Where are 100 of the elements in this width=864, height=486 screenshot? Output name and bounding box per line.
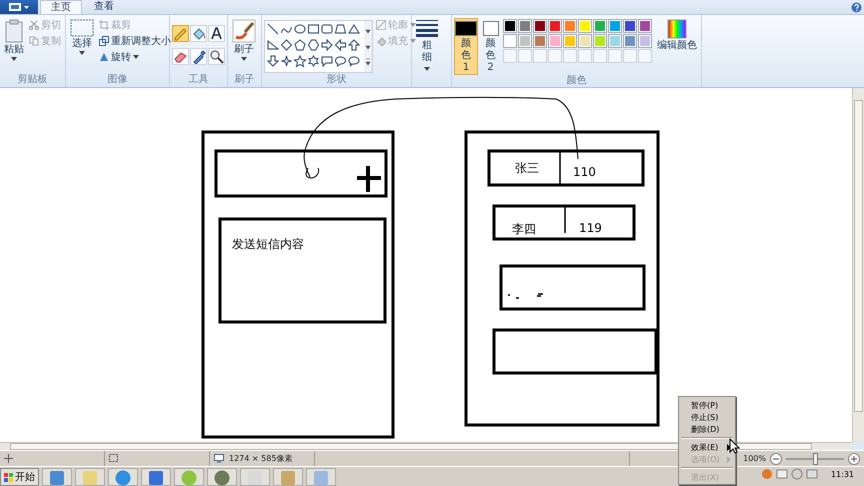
- paint-menu-icon: [8, 2, 30, 12]
- line-width-icon: [416, 19, 438, 37]
- palette-color[interactable]: [563, 34, 577, 48]
- caret-icon: [133, 55, 139, 59]
- palette-color[interactable]: [593, 19, 607, 33]
- canvas-size-icon: [214, 454, 225, 463]
- app-icon: [280, 470, 296, 486]
- contact-name: 李四: [512, 222, 536, 236]
- taskbar-app-button[interactable]: [273, 468, 303, 486]
- palette-color[interactable]: [578, 34, 592, 48]
- letter-a-icon: [209, 26, 224, 41]
- palette-color[interactable]: [623, 19, 637, 33]
- palette-color[interactable]: [503, 19, 517, 33]
- color-slot-button[interactable]: 颜色 2: [481, 18, 500, 75]
- palette-color[interactable]: [533, 34, 547, 48]
- group-label: 工具: [188, 74, 210, 87]
- palette-color[interactable]: [548, 34, 562, 48]
- palette-color[interactable]: [608, 19, 622, 33]
- brushes-button[interactable]: 刷子: [230, 18, 258, 62]
- tool-button[interactable]: [208, 25, 225, 42]
- selection-size-icon: [109, 454, 119, 463]
- bucket-icon: [376, 36, 386, 46]
- group-label: 形状: [326, 74, 348, 87]
- contact-name: 张三: [515, 161, 539, 175]
- scribble-drawing: [507, 293, 544, 299]
- ribbon-tab[interactable]: 主页: [40, 0, 82, 14]
- canvas-size-text: 1274 × 585像素: [229, 453, 292, 464]
- caret-icon: [410, 39, 416, 43]
- app-icon: [49, 470, 65, 486]
- start-button[interactable]: 开始: [0, 468, 39, 486]
- palette-color[interactable]: [623, 34, 637, 48]
- app-menu-button[interactable]: [0, 0, 38, 14]
- vertical-scrollbar[interactable]: [852, 88, 864, 442]
- edit-colors-button[interactable]: 编辑颜色: [655, 18, 699, 53]
- shapes-gallery[interactable]: [264, 20, 373, 73]
- palette-color[interactable]: [563, 19, 577, 33]
- phone-number: 110: [573, 165, 596, 179]
- app-icon: [115, 470, 131, 486]
- pencil-icon: [173, 26, 188, 41]
- zoom-out-icon[interactable]: [770, 452, 782, 464]
- zoom-level-text: 100%: [743, 454, 766, 463]
- eyedropper-icon: [191, 49, 206, 64]
- app-icon: [313, 470, 329, 486]
- size-button[interactable]: 粗细: [414, 18, 440, 72]
- palette-color[interactable]: [548, 19, 562, 33]
- rotate-button[interactable]: 旋转: [99, 50, 171, 64]
- cursor-position-icon: [4, 454, 13, 463]
- paint-bucket-icon: [191, 26, 206, 41]
- color-slot-button[interactable]: 颜色 1: [454, 18, 478, 75]
- app-icon: [214, 470, 230, 486]
- clock-text: 11:31: [830, 470, 854, 478]
- plus-drawing: [355, 164, 383, 194]
- palette-color[interactable]: [608, 34, 622, 48]
- taskbar-app-button[interactable]: [207, 468, 237, 486]
- group-label: 剪贴板: [16, 74, 48, 87]
- paintbrush-icon: [232, 19, 256, 43]
- windows-logo-icon: [4, 472, 13, 482]
- palette-color[interactable]: [578, 19, 592, 33]
- resize-button[interactable]: 重新调整大小: [99, 34, 171, 48]
- palette-color[interactable]: [638, 34, 652, 48]
- palette-color[interactable]: [518, 19, 532, 33]
- taskbar-app-button[interactable]: [42, 468, 72, 486]
- paste-button[interactable]: 粘贴: [2, 18, 26, 62]
- taskbar-app-button[interactable]: [108, 468, 138, 486]
- palette-color[interactable]: [518, 34, 532, 48]
- tool-button[interactable]: [208, 48, 225, 65]
- palette-color[interactable]: [533, 19, 547, 33]
- palette-color[interactable]: [593, 34, 607, 48]
- clipboard-icon: [5, 19, 23, 43]
- tool-button[interactable]: [172, 48, 189, 65]
- resize-icon: [99, 36, 109, 46]
- pages-icon: [29, 36, 39, 46]
- selection-rectangle-icon: [70, 19, 94, 37]
- ribbon-tab[interactable]: 查看: [84, 0, 124, 14]
- crop-icon: [99, 20, 109, 30]
- menu-item[interactable]: 暂停(P): [681, 399, 733, 411]
- color-spectrum-icon: [667, 19, 687, 39]
- magnifier-icon: [209, 49, 224, 64]
- caret-icon: [241, 57, 247, 61]
- horizontal-scrollbar[interactable]: [0, 442, 852, 450]
- zoom-in-icon[interactable]: [848, 452, 860, 464]
- taskbar-app-button[interactable]: [240, 468, 270, 486]
- select-button[interactable]: 选择: [68, 18, 96, 56]
- outline-icon: [376, 20, 386, 30]
- taskbar-app-button[interactable]: [306, 468, 336, 486]
- menu-item[interactable]: 删除(D): [681, 423, 733, 435]
- taskbar-app-button[interactable]: [174, 468, 204, 486]
- palette-color[interactable]: [503, 34, 517, 48]
- app-icon: [82, 470, 98, 486]
- message-text: 发送短信内容: [232, 237, 304, 251]
- phone-number: 119: [579, 221, 602, 235]
- group-label: 刷子: [234, 74, 256, 87]
- palette-color[interactable]: [638, 19, 652, 33]
- menu-item[interactable]: 停止(S): [681, 411, 733, 423]
- app-icon: [148, 470, 164, 486]
- taskbar-app-button[interactable]: [75, 468, 105, 486]
- taskbar-app-button[interactable]: [141, 468, 171, 486]
- help-icon[interactable]: [851, 2, 862, 12]
- tool-button[interactable]: [190, 48, 207, 65]
- caret-icon: [79, 51, 85, 55]
